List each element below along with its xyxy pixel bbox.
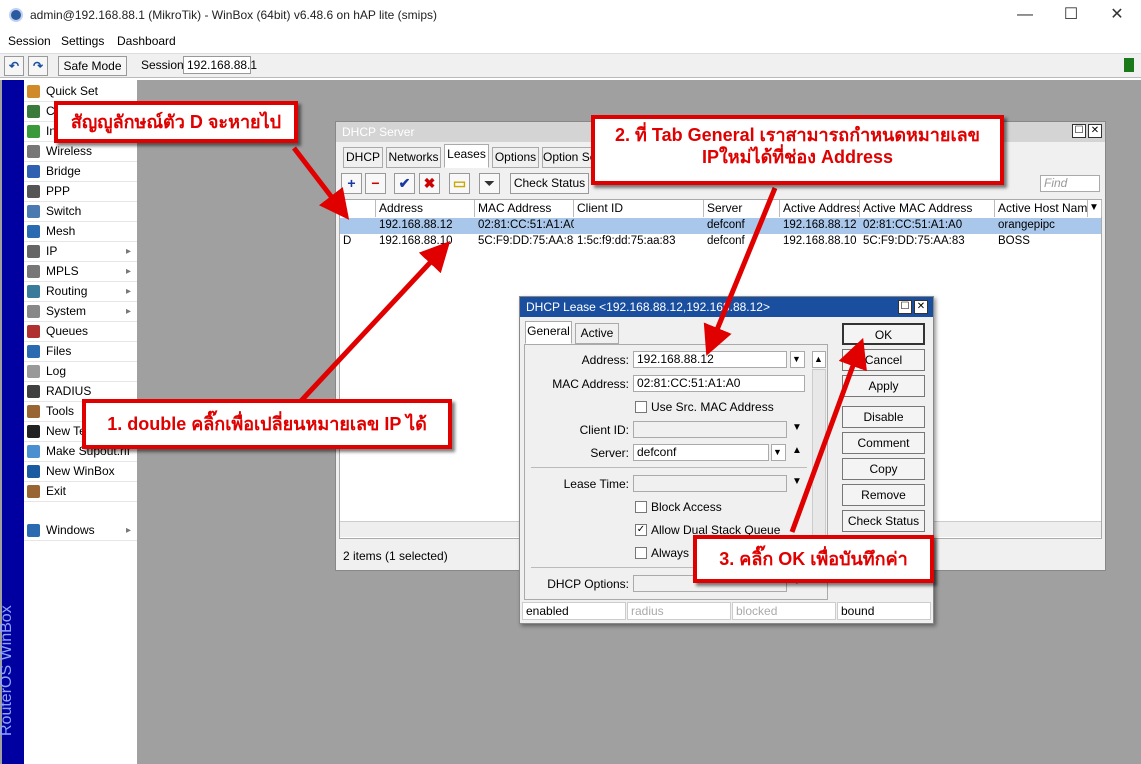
callout-general-tab: 2. ที่ Tab General เราสามารถกำหนดหมายเลข… [591,115,1004,185]
callout-d-disappears: สัญญูลักษณ์ตัว D จะหายไป [54,101,298,143]
arrow-double-click [298,241,451,404]
callout-click-ok: 3. คลิ๊ก OK เพื่อบันทึกค่า [693,535,934,583]
arrow-address [703,187,778,356]
arrow-ok [789,337,867,533]
arrow-d-flag [292,146,350,220]
callout-double-click: 1. double คลิ๊กเพื่อเปลี่ยนหมายเลข IP ได… [82,399,452,449]
